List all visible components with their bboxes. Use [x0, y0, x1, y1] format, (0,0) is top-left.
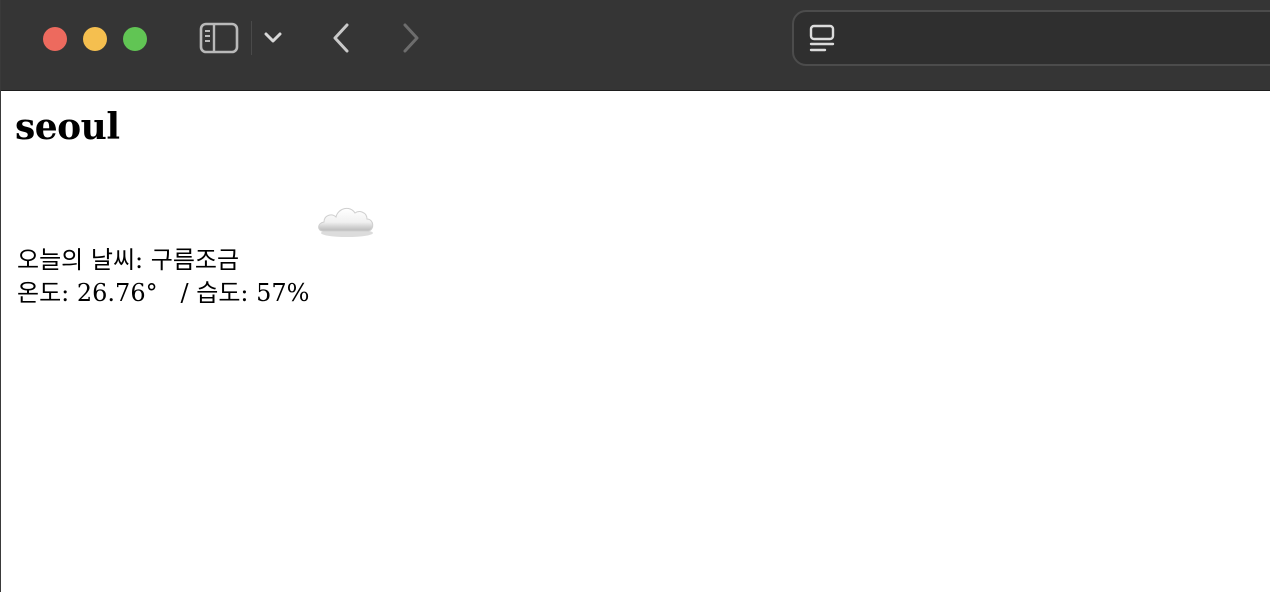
sidebar-icon: [199, 22, 239, 54]
humidity-unit: %: [286, 279, 310, 307]
separator: /: [180, 279, 189, 307]
temperature-value: 26.76: [76, 279, 146, 307]
cloud-icon: [318, 207, 374, 237]
maximize-window-button[interactable]: [123, 27, 147, 51]
reader-button[interactable]: [808, 24, 836, 54]
city-name: seoul: [15, 106, 120, 148]
reader-icon: [809, 24, 835, 52]
page-content: seoul 오늘의 날씨: 구름조금 온도: 26.76° / 습도: 57%: [1, 91, 1270, 592]
tab-group-menu-button[interactable]: [259, 18, 287, 58]
sidebar-toggle-button[interactable]: [197, 18, 241, 58]
chevron-right-icon: [403, 23, 419, 53]
chevron-left-icon: [333, 23, 349, 53]
weather-image: [313, 195, 379, 243]
close-window-button[interactable]: [43, 27, 67, 51]
description-label: 오늘의 날씨:: [17, 246, 144, 274]
weather-description: 오늘의 날씨: 구름조금: [17, 244, 239, 276]
temperature-label: 온도:: [17, 279, 70, 307]
description-value: 구름조금: [150, 246, 240, 274]
back-button[interactable]: [323, 18, 359, 58]
humidity-label: 습도:: [196, 279, 249, 307]
address-bar[interactable]: [792, 10, 1270, 66]
chevron-down-icon: [264, 32, 282, 43]
temperature-unit: °: [145, 279, 158, 307]
browser-window: seoul 오늘의 날씨: 구름조금 온도: 26.76° / 습도: 57%: [0, 0, 1270, 592]
humidity-value: 57: [256, 279, 287, 307]
temperature-humidity-line: 온도: 26.76° / 습도: 57%: [17, 277, 309, 309]
browser-toolbar: [1, 0, 1270, 91]
minimize-window-button[interactable]: [83, 27, 107, 51]
toolbar-divider: [251, 21, 252, 55]
forward-button[interactable]: [393, 18, 429, 58]
